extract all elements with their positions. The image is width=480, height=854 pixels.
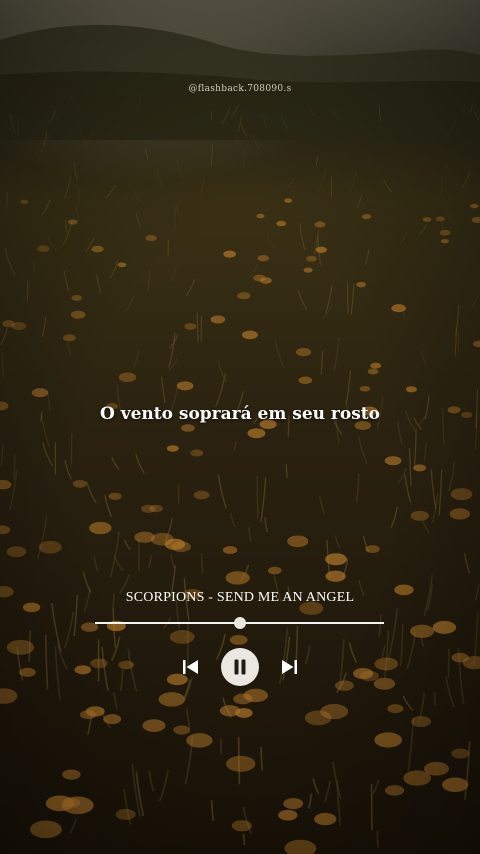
vignette-overlay [0,0,480,854]
pause-button[interactable] [221,648,259,686]
progress-bar[interactable] [95,617,384,629]
pause-icon [234,659,246,675]
story-screen: @flashback.708090.s O vento soprará em s… [0,0,480,854]
skip-next-icon [282,660,297,674]
next-button[interactable] [280,659,298,675]
progress-knob[interactable] [233,617,246,629]
playback-controls [0,648,480,686]
song-title: SCORPIONS - SEND ME AN ANGEL [125,590,355,605]
lyric-text: O vento soprará em seu rosto [100,404,380,424]
watermark-handle: @flashback.708090.s [188,84,292,94]
previous-button[interactable] [182,659,200,675]
skip-previous-icon [183,660,198,674]
